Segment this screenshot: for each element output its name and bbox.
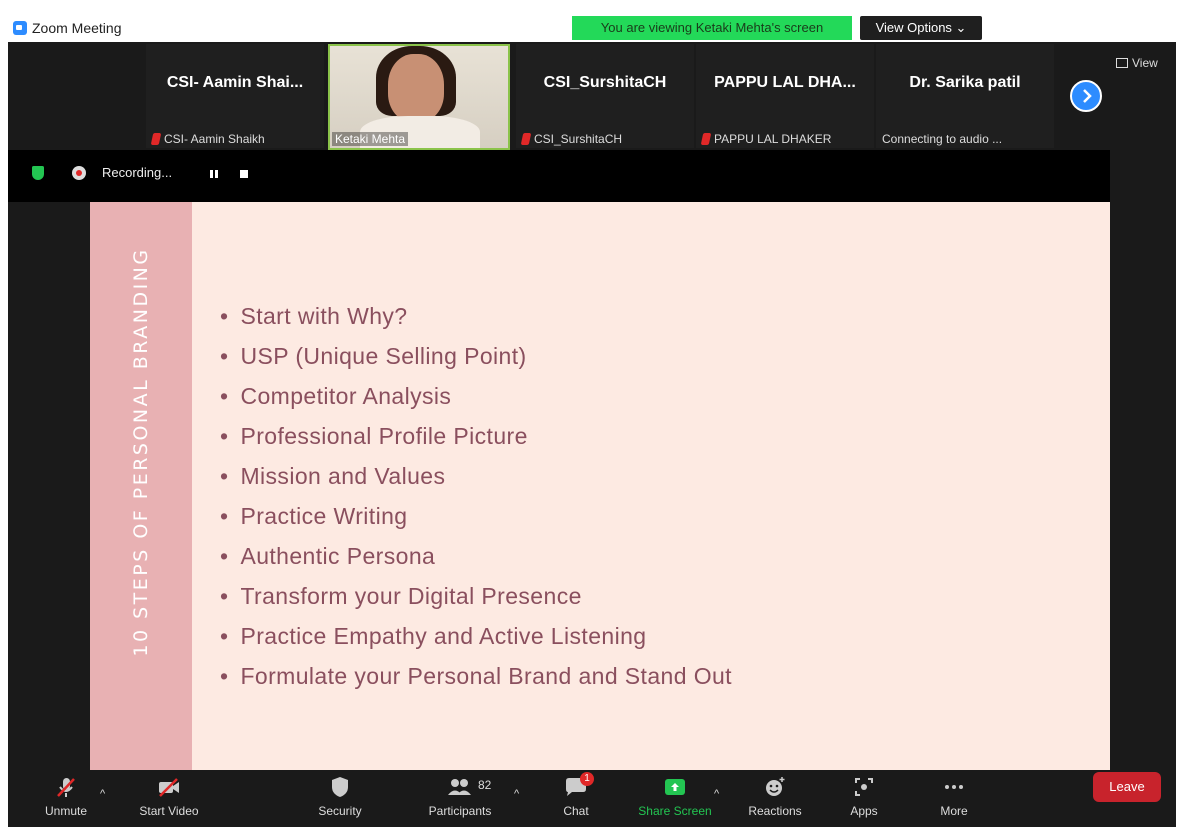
participant-label: Connecting to audio ... — [882, 132, 1003, 146]
view-button[interactable]: View — [1116, 56, 1158, 70]
slide-bullet: Practice Empathy and Active Listening — [220, 616, 732, 656]
participant-strip: CSI- Aamin Shai... CSI- Aamin Shaikh Ket… — [8, 42, 1176, 160]
zoom-app-icon — [13, 21, 27, 35]
participants-icon — [448, 779, 471, 795]
reactions-button[interactable]: Reactions — [740, 776, 810, 818]
participants-button[interactable]: 82 Participants — [420, 776, 500, 818]
participant-name: CSI- Aamin Shai... — [166, 74, 304, 91]
slide-bullet: Start with Why? — [220, 296, 732, 336]
more-dots-icon — [945, 785, 963, 789]
participants-options-caret-icon[interactable]: ^ — [514, 788, 519, 800]
participants-count: 82 — [478, 778, 492, 792]
slide-title: 10 STEPS OF PERSONAL BRANDING — [130, 247, 152, 657]
slide-bullet: Formulate your Personal Brand and Stand … — [220, 656, 732, 696]
start-video-button[interactable]: Start Video — [134, 776, 204, 818]
participant-tile[interactable]: CSI- Aamin Shai... CSI- Aamin Shaikh — [146, 44, 324, 148]
participant-video-tile[interactable]: Ketaki Mehta — [328, 44, 510, 150]
unmute-button[interactable]: Unmute — [36, 776, 96, 818]
pause-recording-icon[interactable] — [210, 170, 218, 178]
security-shield-icon — [332, 777, 348, 797]
view-options-button[interactable]: View Options ⌄ — [860, 16, 982, 40]
slide-side-band: 10 STEPS OF PERSONAL BRANDING — [90, 202, 192, 770]
participant-name: CSI_SurshitaCH — [543, 74, 667, 91]
title-bar: Zoom Meeting You are viewing Ketaki Meht… — [8, 14, 1176, 42]
mic-muted-icon — [150, 133, 162, 145]
participant-label: CSI_SurshitaCH — [520, 132, 622, 146]
recording-icon — [72, 166, 86, 180]
zoom-window: Zoom Meeting You are viewing Ketaki Meht… — [8, 14, 1176, 827]
reactions-smiley-icon — [766, 777, 785, 796]
slide-bullet: Professional Profile Picture — [220, 416, 732, 456]
mic-muted-icon — [520, 133, 532, 145]
audio-options-caret-icon[interactable]: ^ — [100, 788, 105, 800]
viewing-screen-banner: You are viewing Ketaki Mehta's screen — [572, 16, 852, 40]
window-title: Zoom Meeting — [32, 20, 122, 36]
share-screen-arrow-icon — [665, 779, 685, 795]
recording-bar — [8, 150, 1110, 202]
more-button[interactable]: More — [932, 776, 976, 818]
participant-name: Dr. Sarika patil — [909, 74, 1021, 91]
stop-recording-icon[interactable] — [240, 170, 248, 178]
participant-label: PAPPU LAL DHAKER — [700, 132, 831, 146]
slide-bullet: Authentic Persona — [220, 536, 732, 576]
chat-button[interactable]: 1 Chat — [556, 772, 596, 818]
next-participants-button[interactable] — [1070, 80, 1102, 112]
slide-bullet: Practice Writing — [220, 496, 732, 536]
slide-bullet: Mission and Values — [220, 456, 732, 496]
shared-screen-slide: 10 STEPS OF PERSONAL BRANDING Start with… — [90, 202, 1110, 770]
video-off-icon — [159, 778, 179, 797]
slide-bullet: Transform your Digital Presence — [220, 576, 732, 616]
share-screen-button[interactable]: Share Screen — [632, 776, 718, 818]
slide-bullet: Competitor Analysis — [220, 376, 732, 416]
mic-muted-icon — [700, 133, 712, 145]
participant-tile[interactable]: CSI_SurshitaCH CSI_SurshitaCH — [516, 44, 694, 148]
share-options-caret-icon[interactable]: ^ — [714, 788, 719, 800]
participant-label: Ketaki Mehta — [332, 132, 409, 146]
chat-unread-badge: 1 — [580, 772, 594, 786]
encryption-shield-icon[interactable] — [32, 166, 44, 180]
leave-meeting-button[interactable]: Leave — [1093, 772, 1161, 802]
chevron-right-icon — [1083, 89, 1092, 103]
security-button[interactable]: Security — [310, 776, 370, 818]
participant-tile[interactable]: PAPPU LAL DHA... PAPPU LAL DHAKER — [696, 44, 874, 148]
microphone-muted-icon — [57, 778, 75, 797]
participant-tile[interactable]: Dr. Sarika patil Connecting to audio ... — [876, 44, 1054, 148]
meeting-toolbar: Unmute ^ Start Video Security 82 Partici… — [8, 770, 1176, 827]
apps-button[interactable]: Apps — [842, 776, 886, 818]
apps-icon — [855, 778, 873, 796]
participant-label: CSI- Aamin Shaikh — [150, 132, 265, 146]
recording-status: Recording... — [102, 165, 173, 180]
slide-bullet: USP (Unique Selling Point) — [220, 336, 732, 376]
slide-bullet-list: Start with Why?USP (Unique Selling Point… — [220, 296, 732, 696]
participant-name: PAPPU LAL DHA... — [714, 74, 856, 91]
gallery-view-icon — [1116, 58, 1128, 68]
